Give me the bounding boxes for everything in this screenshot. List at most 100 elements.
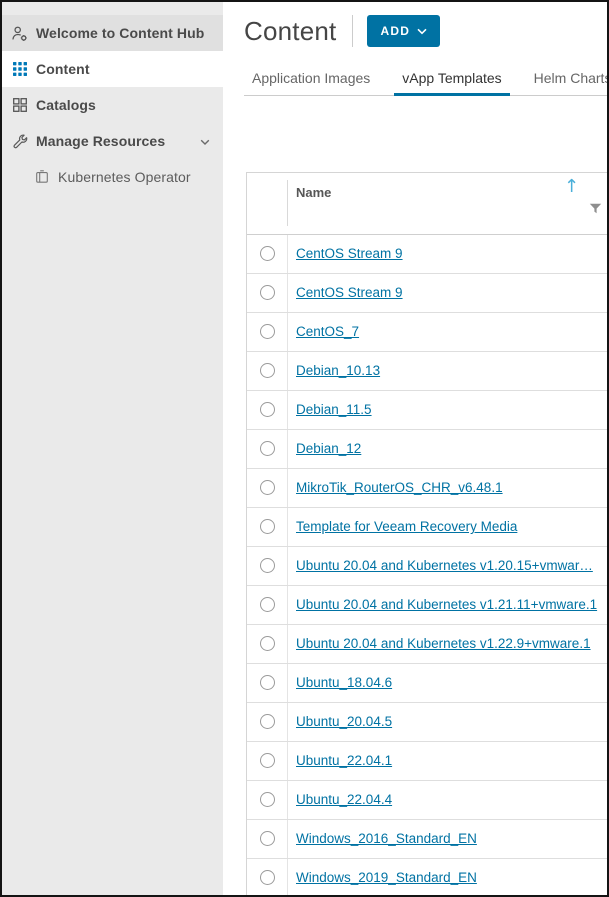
row-radio-button[interactable] xyxy=(260,558,275,573)
sidebar-item-kubernetes-operator[interactable]: Kubernetes Operator xyxy=(2,159,223,195)
template-link[interactable]: CentOS Stream 9 xyxy=(296,246,403,261)
table-row: CentOS Stream 9 xyxy=(247,235,609,274)
table-row: MikroTik_RouterOS_CHR_v6.48.1 xyxy=(247,469,609,508)
template-link[interactable]: Ubuntu_20.04.5 xyxy=(296,714,392,729)
template-link[interactable]: Windows_2019_Standard_EN xyxy=(296,870,477,885)
template-link[interactable]: Ubuntu 20.04 and Kubernetes v1.21.11+vmw… xyxy=(296,597,597,612)
column-divider xyxy=(287,625,288,663)
template-link[interactable]: Debian_12 xyxy=(296,441,361,456)
sidebar: Welcome to Content Hub Content xyxy=(2,2,223,895)
table-row: Ubuntu 20.04 and Kubernetes v1.22.9+vmwa… xyxy=(247,625,609,664)
add-button[interactable]: ADD xyxy=(367,15,440,47)
table-row: Ubuntu_20.04.5 xyxy=(247,703,609,742)
template-link[interactable]: MikroTik_RouterOS_CHR_v6.48.1 xyxy=(296,480,503,495)
row-radio-button[interactable] xyxy=(260,246,275,261)
table-row: Ubuntu 20.04 and Kubernetes v1.21.11+vmw… xyxy=(247,586,609,625)
tab-helm-charts[interactable]: Helm Charts xyxy=(526,70,609,95)
row-radio-button[interactable] xyxy=(260,363,275,378)
template-link[interactable]: Ubuntu_22.04.4 xyxy=(296,792,392,807)
table-header: Name ↑ xyxy=(247,173,609,235)
chevron-down-icon[interactable] xyxy=(199,135,211,151)
sort-ascending-icon[interactable]: ↑ xyxy=(564,178,579,196)
template-link[interactable]: CentOS Stream 9 xyxy=(296,285,403,300)
table-row: Ubuntu_18.04.6 xyxy=(247,664,609,703)
column-divider xyxy=(287,180,288,226)
row-radio-button[interactable] xyxy=(260,870,275,885)
sidebar-item-label: Welcome to Content Hub xyxy=(36,25,204,41)
chevron-down-icon xyxy=(417,24,427,38)
template-link[interactable]: Ubuntu_22.04.1 xyxy=(296,753,392,768)
row-radio-button[interactable] xyxy=(260,753,275,768)
column-divider xyxy=(287,547,288,585)
table-row: Windows_2019_Standard_EN xyxy=(247,859,609,897)
table-row: Debian_12 xyxy=(247,430,609,469)
row-radio-button[interactable] xyxy=(260,792,275,807)
main-content: Content ADD Application Images vApp Temp… xyxy=(223,2,607,895)
tab-vapp-templates[interactable]: vApp Templates xyxy=(394,70,509,95)
column-divider xyxy=(287,859,288,897)
row-radio-button[interactable] xyxy=(260,480,275,495)
column-header-name[interactable]: Name xyxy=(296,185,331,200)
column-divider xyxy=(287,313,288,351)
column-divider xyxy=(287,781,288,819)
sidebar-item-content[interactable]: Content xyxy=(2,51,223,87)
row-radio-button[interactable] xyxy=(260,831,275,846)
tab-bar: Application Images vApp Templates Helm C… xyxy=(244,70,607,96)
column-divider xyxy=(287,820,288,858)
sidebar-item-label: Manage Resources xyxy=(36,133,165,149)
catalogs-icon xyxy=(11,97,28,114)
table-row: CentOS Stream 9 xyxy=(247,274,609,313)
template-link[interactable]: Windows_2016_Standard_EN xyxy=(296,831,477,846)
template-link[interactable]: Ubuntu_18.04.6 xyxy=(296,675,392,690)
content-grid-icon xyxy=(11,61,28,78)
table-row: Ubuntu_22.04.1 xyxy=(247,742,609,781)
row-radio-button[interactable] xyxy=(260,519,275,534)
template-link[interactable]: Ubuntu 20.04 and Kubernetes v1.20.15+vmw… xyxy=(296,558,593,573)
kubernetes-operator-icon xyxy=(33,169,50,186)
row-radio-button[interactable] xyxy=(260,675,275,690)
column-divider xyxy=(287,742,288,780)
column-divider xyxy=(287,274,288,312)
row-radio-button[interactable] xyxy=(260,324,275,339)
table-row: Ubuntu_22.04.4 xyxy=(247,781,609,820)
column-divider xyxy=(287,508,288,546)
sidebar-item-manage-resources[interactable]: Manage Resources xyxy=(2,123,223,159)
column-divider xyxy=(287,469,288,507)
sidebar-item-label: Content xyxy=(36,61,90,77)
row-radio-button[interactable] xyxy=(260,714,275,729)
template-link[interactable]: Debian_11.5 xyxy=(296,402,372,417)
template-link[interactable]: Template for Veeam Recovery Media xyxy=(296,519,517,534)
row-radio-button[interactable] xyxy=(260,597,275,612)
tab-application-images[interactable]: Application Images xyxy=(244,70,378,95)
template-link[interactable]: CentOS_7 xyxy=(296,324,359,339)
sidebar-item-welcome-to-content-hub[interactable]: Welcome to Content Hub xyxy=(2,15,223,51)
sidebar-item-label: Kubernetes Operator xyxy=(58,169,191,185)
column-divider xyxy=(287,703,288,741)
table-row: Ubuntu 20.04 and Kubernetes v1.20.15+vmw… xyxy=(247,547,609,586)
page-header: Content ADD xyxy=(244,13,607,49)
row-radio-button[interactable] xyxy=(260,402,275,417)
sidebar-item-catalogs[interactable]: Catalogs xyxy=(2,87,223,123)
add-button-label: ADD xyxy=(380,24,410,38)
column-divider xyxy=(287,664,288,702)
column-divider xyxy=(287,352,288,390)
user-settings-icon xyxy=(11,25,28,42)
template-link[interactable]: Debian_10.13 xyxy=(296,363,380,378)
template-link[interactable]: Ubuntu 20.04 and Kubernetes v1.22.9+vmwa… xyxy=(296,636,591,651)
row-radio-button[interactable] xyxy=(260,285,275,300)
table-row: Windows_2016_Standard_EN xyxy=(247,820,609,859)
vapp-templates-table: Name ↑ CentOS Stream 9 CentOS Stream 9 C… xyxy=(246,172,609,897)
app-window: Welcome to Content Hub Content xyxy=(0,0,609,897)
row-radio-button[interactable] xyxy=(260,441,275,456)
row-radio-button[interactable] xyxy=(260,636,275,651)
table-row: Template for Veeam Recovery Media xyxy=(247,508,609,547)
filter-icon[interactable] xyxy=(589,202,602,220)
wrench-icon xyxy=(11,133,28,150)
table-row: Debian_10.13 xyxy=(247,352,609,391)
column-divider xyxy=(287,430,288,468)
column-divider xyxy=(287,586,288,624)
column-divider xyxy=(287,391,288,429)
page-title: Content xyxy=(244,16,336,47)
column-divider xyxy=(287,235,288,273)
table-row: CentOS_7 xyxy=(247,313,609,352)
